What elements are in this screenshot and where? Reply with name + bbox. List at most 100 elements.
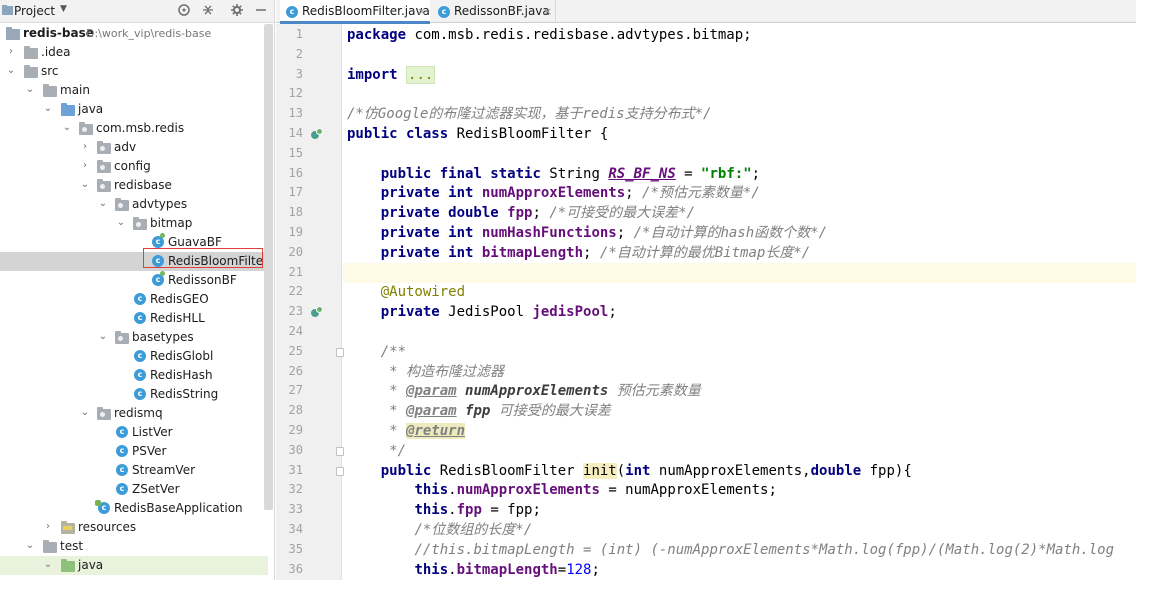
chevron-down-icon[interactable]: ⌄	[25, 84, 35, 96]
chevron-down-icon[interactable]: ⌄	[116, 217, 126, 229]
tree-scrollbar[interactable]	[264, 24, 273, 510]
tree-item-basetypes[interactable]: ⌄ basetypes	[0, 328, 268, 347]
code-editor[interactable]: 1 2 3 12 13 14 15 16 17 18 19 20 21 22 23 24 25 26 27 28 29 3…	[276, 24, 1136, 580]
code-line: public class RedisBloomFilter {	[347, 125, 1136, 144]
package-folder-icon	[97, 160, 111, 173]
code-line: private int bitmapLength; /*自动计算的最优Bitma…	[347, 244, 1136, 263]
code-token: @param	[406, 383, 457, 400]
chevron-right-icon[interactable]: ›	[80, 141, 90, 153]
class-icon: c	[134, 312, 146, 324]
tree-item-class[interactable]: c RedisBaseApplication	[0, 499, 268, 518]
tree-item-src[interactable]: ⌄ src	[0, 62, 268, 81]
tree-item-class[interactable]: c ListVer	[0, 423, 268, 442]
chevron-down-icon[interactable]: ⌄	[43, 559, 53, 571]
code-line: @Autowired	[347, 283, 1136, 302]
tree-item-label: main	[60, 83, 90, 97]
tree-item-redismq[interactable]: ⌄ redismq	[0, 404, 268, 423]
chevron-down-icon[interactable]: ⌄	[43, 103, 53, 115]
chevron-down-icon[interactable]: ⌄	[6, 65, 16, 77]
tree-item-bitmap[interactable]: ⌄ bitmap	[0, 214, 268, 233]
code-token: public class	[347, 126, 449, 142]
tree-item-adv[interactable]: › adv	[0, 138, 268, 157]
chevron-down-icon[interactable]: ⌄	[80, 179, 90, 191]
line-number: 3	[295, 66, 303, 81]
fold-marker-icon[interactable]	[336, 446, 344, 456]
tree-item-class[interactable]: c ZSetVer	[0, 480, 268, 499]
tree-item-test[interactable]: ⌄ test	[0, 537, 268, 556]
chevron-down-icon[interactable]: ⌄	[98, 198, 108, 210]
tree-item-class[interactable]: c StreamVer	[0, 461, 268, 480]
code-token: public	[380, 462, 432, 479]
code-token: ;	[751, 165, 761, 182]
project-view-selector[interactable]: Project	[14, 4, 55, 18]
tab-redissonbf[interactable]: c RedissonBF.java ×	[432, 0, 556, 23]
code-token: /*自动计算的最优Bitmap长度*/	[599, 244, 811, 261]
chevron-down-icon[interactable]: ⌄	[25, 540, 35, 552]
chevron-down-icon[interactable]: ⌄	[62, 122, 72, 134]
code-line: private double fpp; /*可接受的最大误差*/	[347, 204, 1136, 223]
tree-item-label: redis-base	[23, 26, 94, 40]
fold-marker-icon[interactable]	[336, 347, 344, 357]
tree-item-class[interactable]: c RedisGEO	[0, 290, 268, 309]
chevron-right-icon[interactable]: ›	[43, 521, 53, 533]
close-icon[interactable]: ×	[417, 0, 426, 23]
tree-item-class[interactable]: c RedisHLL	[0, 309, 268, 328]
tree-item-idea[interactable]: › .idea	[0, 43, 268, 62]
code-line: private int numHashFunctions; /*自动计算的has…	[347, 224, 1136, 243]
tree-item-label: RedisGlobl	[150, 349, 214, 363]
code-token: = fpp;	[481, 502, 541, 519]
fold-marker-icon[interactable]	[336, 466, 344, 476]
code-line: public RedisBloomFilter init(int numAppr…	[347, 462, 1136, 481]
tree-item-test-java[interactable]: ⌄ java	[0, 556, 268, 575]
settings-icon[interactable]	[176, 3, 192, 19]
chevron-down-icon[interactable]: ⌄	[80, 407, 90, 419]
code-token: jedisPool	[532, 304, 609, 321]
tree-item-advtypes[interactable]: ⌄ advtypes	[0, 195, 268, 214]
tree-item-package[interactable]: ⌄ com.msb.redis	[0, 119, 268, 138]
spring-bean-icon[interactable]	[311, 128, 323, 140]
code-line: private JedisPool jedisPool;	[347, 303, 1136, 322]
tree-item-label: RedisString	[150, 387, 219, 401]
tree-item-java[interactable]: ⌄ java	[0, 100, 268, 119]
project-header: Project ▼	[0, 0, 274, 23]
tree-item-class[interactable]: c RedisString	[0, 385, 268, 404]
code-token: fpp	[465, 403, 491, 420]
close-icon[interactable]: ×	[543, 0, 552, 23]
code-line: this.bitmapLength=128;	[347, 561, 1136, 580]
code-token: @return	[406, 423, 466, 439]
code-token: 可接受的最大误差	[490, 403, 611, 420]
tree-item-main[interactable]: ⌄ main	[0, 81, 268, 100]
line-number: 14	[288, 126, 303, 140]
tree-item-resources[interactable]: › resources	[0, 518, 268, 537]
tab-redisbloomfilter[interactable]: c RedisBloomFilter.java ×	[280, 0, 430, 24]
code-token: @Autowired	[380, 284, 466, 301]
spring-bean-icon[interactable]	[311, 306, 323, 318]
collapse-icon[interactable]	[200, 3, 216, 19]
package-folder-icon	[115, 331, 129, 344]
minimize-icon[interactable]	[253, 3, 269, 19]
chevron-right-icon[interactable]: ›	[6, 46, 16, 58]
tree-item-config[interactable]: › config	[0, 157, 268, 176]
code-line: /*仿Google的布隆过滤器实现，基于redis支持分布式*/	[347, 105, 1136, 124]
chevron-down-icon[interactable]: ▼	[60, 4, 67, 14]
gear-icon[interactable]	[229, 3, 245, 19]
tree-item-redisbase[interactable]: ⌄ redisbase	[0, 176, 268, 195]
module-folder-icon	[6, 27, 20, 40]
line-number: 19	[288, 225, 303, 239]
chevron-down-icon[interactable]: ⌄	[98, 331, 108, 343]
chevron-right-icon[interactable]: ›	[80, 160, 90, 172]
tree-item-class[interactable]: c RedisHash	[0, 366, 268, 385]
line-number: 15	[288, 145, 303, 160]
tree-item-module[interactable]: redis-base D:\work_vip\redis-base	[0, 24, 268, 43]
project-tool-window: Project ▼ redis-base D:\work_vip\redis-b…	[0, 0, 275, 580]
code-token: int	[625, 462, 651, 479]
tree-item-class[interactable]: c PSVer	[0, 442, 268, 461]
tree-item-class[interactable]: c RedisGlobl	[0, 347, 268, 366]
tree-item-class[interactable]: c RedissonBF	[0, 271, 268, 290]
